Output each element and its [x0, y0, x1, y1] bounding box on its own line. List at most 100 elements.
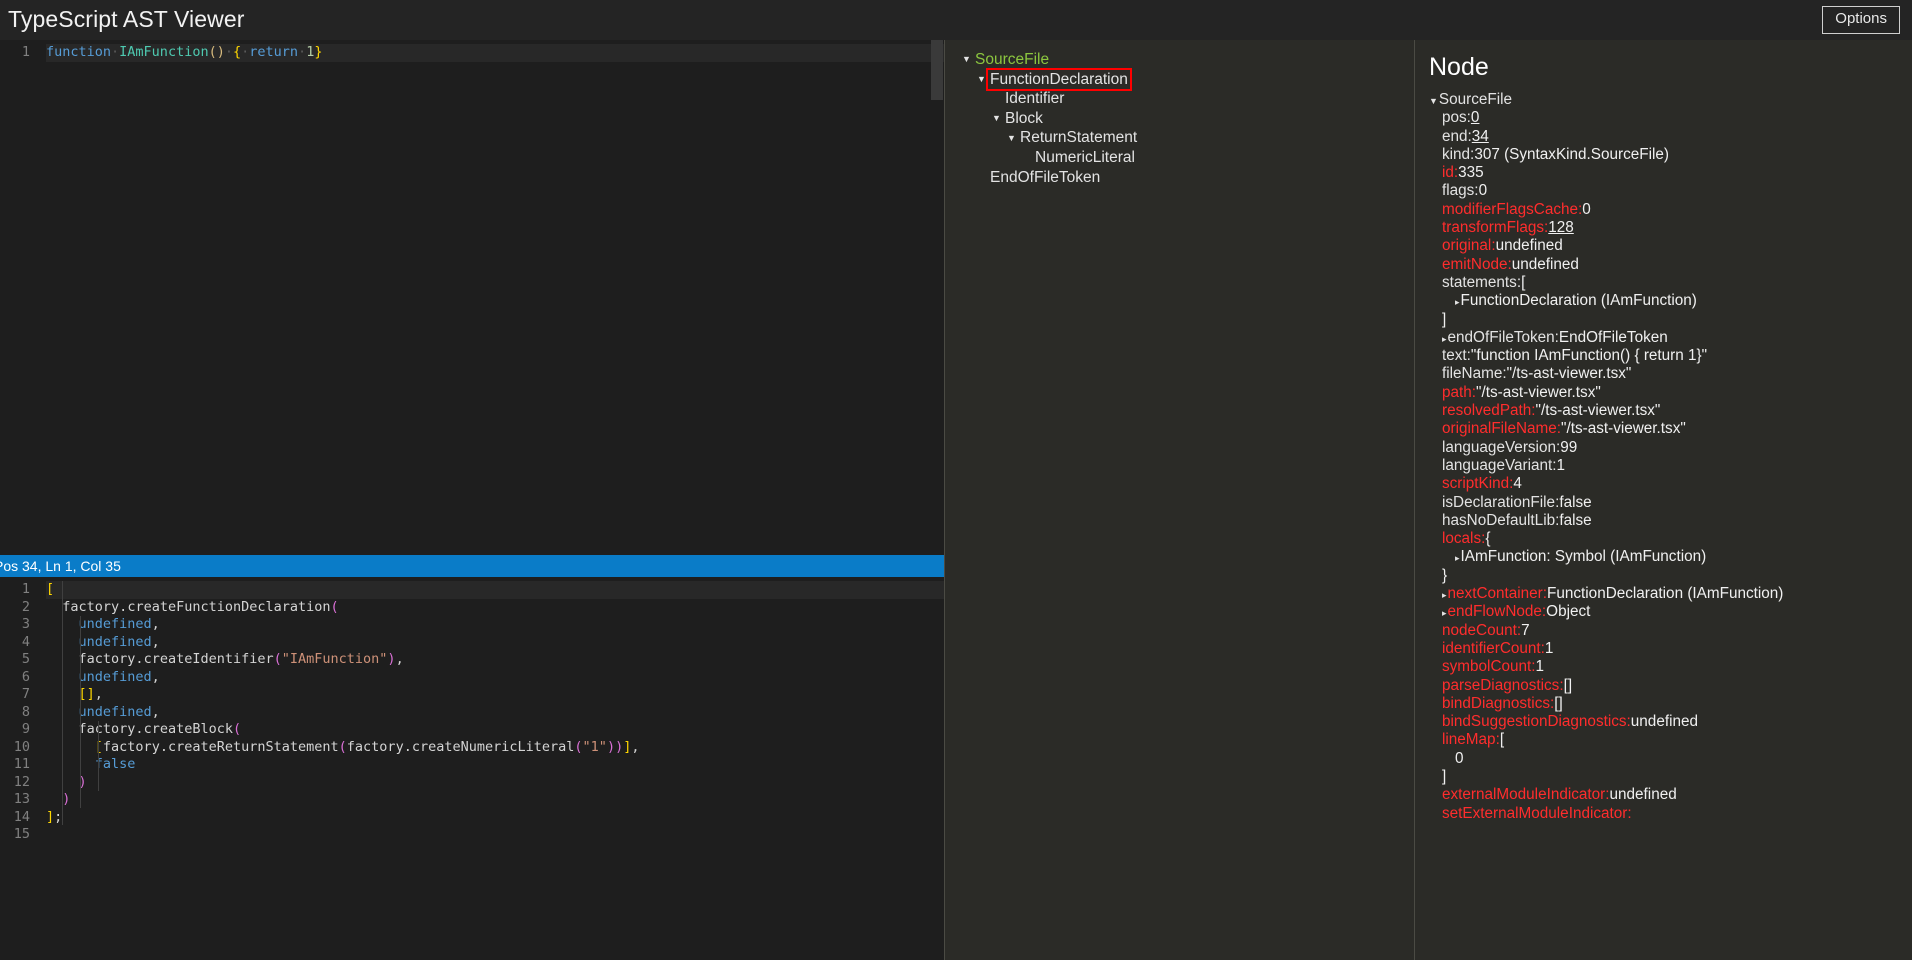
scrollbar-thumb[interactable] [931, 40, 943, 100]
token-punct: . [160, 739, 168, 755]
chevron-right-icon[interactable]: ▸ [1455, 549, 1460, 567]
node-property-scriptKind: scriptKind:4 [1429, 475, 1912, 493]
property-key: bindDiagnostics: [1442, 695, 1554, 712]
factory-code-line[interactable] [46, 826, 944, 844]
property-value: [] [1564, 677, 1573, 694]
property-value: 0 [1455, 750, 1464, 767]
property-value: "function IAmFunction() { return 1}" [1471, 347, 1707, 364]
factory-code-line[interactable]: undefined, [46, 669, 944, 687]
property-key: nextContainer: [1448, 585, 1548, 602]
chevron-right-icon[interactable]: ▸ [1442, 586, 1447, 604]
factory-code-line[interactable]: [], [46, 686, 944, 704]
indent-guide [62, 581, 63, 825]
node-property-end: end:34 [1429, 128, 1912, 146]
source-editor-scrollbar[interactable] [930, 40, 944, 555]
property-value: 4 [1513, 475, 1522, 492]
property-key: isDeclarationFile: [1442, 494, 1559, 511]
chevron-down-icon[interactable] [991, 114, 1002, 123]
chevron-down-icon[interactable] [1006, 134, 1017, 143]
factory-code-line[interactable]: undefined, [46, 704, 944, 722]
node-property-symbolCount: symbolCount:1 [1429, 658, 1912, 676]
tree-node-functiondeclaration[interactable]: FunctionDeclaration [961, 70, 1414, 90]
node-detail-panel[interactable]: Node ▼SourceFile pos:0end:34kind:307 (Sy… [1415, 40, 1912, 960]
chevron-right-icon[interactable]: ▸ [1455, 293, 1460, 311]
property-key: originalFileName: [1442, 420, 1561, 437]
factory-code-line[interactable]: false [46, 756, 944, 774]
chevron-down-icon[interactable]: ▼ [1429, 92, 1438, 110]
tree-node-numericliteral[interactable]: NumericLiteral [961, 148, 1414, 168]
property-value: 34 [1472, 128, 1489, 145]
token-paren: ( [233, 721, 241, 737]
tree-node-identifier[interactable]: Identifier [961, 89, 1414, 109]
token-paren: ) [607, 739, 615, 755]
chevron-down-icon[interactable] [961, 55, 972, 64]
factory-code-line[interactable]: ) [46, 791, 944, 809]
property-key: kind: [1442, 146, 1474, 163]
factory-code-line[interactable]: ]; [46, 809, 944, 827]
factory-code-line[interactable]: undefined, [46, 616, 944, 634]
options-button[interactable]: Options [1822, 6, 1900, 34]
chevron-right-icon[interactable]: ▸ [1442, 330, 1447, 348]
node-property-languageVariant: languageVariant:1 [1429, 457, 1912, 475]
tree-node-returnstatement[interactable]: ReturnStatement [961, 128, 1414, 148]
node-property-value: ] [1429, 768, 1912, 786]
token-paren: ( [339, 739, 347, 755]
factory-code-line[interactable]: ) [46, 774, 944, 792]
line-number: 10 [0, 739, 30, 757]
source-code-editor[interactable]: 1 function·IAmFunction()·{·return·1} [0, 40, 944, 555]
factory-code-area: 123456789101112131415 [ factory.createFu… [0, 577, 944, 844]
property-value: 99 [1560, 439, 1577, 456]
tree-node-block[interactable]: Block [961, 109, 1414, 129]
tree-node-sourcefile[interactable]: SourceFile [961, 50, 1414, 70]
property-value: [ [1521, 274, 1525, 291]
factory-code-editor[interactable]: 123456789101112131415 [ factory.createFu… [0, 577, 944, 960]
line-number: 14 [0, 809, 30, 827]
node-property-kind: kind:307 (SyntaxKind.SourceFile) [1429, 146, 1912, 164]
factory-code-line[interactable]: factory.createIdentifier("IAmFunction"), [46, 651, 944, 669]
property-value: 307 (SyntaxKind.SourceFile) [1474, 146, 1669, 163]
node-property-endOfFileToken: ▸endOfFileToken:EndOfFileToken [1429, 329, 1912, 347]
property-key: scriptKind: [1442, 475, 1513, 492]
node-property-value: } [1429, 567, 1912, 585]
token-punct: . [135, 651, 143, 667]
property-key: original: [1442, 237, 1496, 254]
factory-code-lines: [ factory.createFunctionDeclaration( und… [42, 581, 944, 844]
property-value: undefined [1496, 237, 1563, 254]
tree-node-label: SourceFile [973, 50, 1051, 70]
node-property-value: 0 [1429, 750, 1912, 768]
factory-code-line[interactable]: [ [46, 581, 944, 599]
chevron-right-icon[interactable]: ▸ [1442, 604, 1447, 622]
token-method: createFunctionDeclaration [127, 599, 330, 615]
property-value: undefined [1631, 713, 1698, 730]
token-paren: ( [274, 651, 282, 667]
factory-code-line[interactable]: factory.createFunctionDeclaration( [46, 599, 944, 617]
line-number: 2 [0, 599, 30, 617]
node-property-setExternalModuleIndicator: setExternalModuleIndicator: [1429, 805, 1912, 823]
tree-node-endoffiletoken[interactable]: EndOfFileToken [961, 168, 1414, 188]
property-key: lineMap: [1442, 731, 1500, 748]
property-value: 0 [1479, 182, 1488, 199]
factory-code-line[interactable]: factory.createBlock( [46, 721, 944, 739]
token-keyword-function: function [46, 44, 111, 60]
token-punct: , [152, 669, 160, 685]
node-property-hasNoDefaultLib: hasNoDefaultLib:false [1429, 512, 1912, 530]
line-number: 8 [0, 704, 30, 722]
line-number: 7 [0, 686, 30, 704]
property-value: 335 [1458, 164, 1484, 181]
token-method: createReturnStatement [168, 739, 339, 755]
property-key: fileName: [1442, 365, 1507, 382]
chevron-down-icon[interactable] [976, 75, 987, 84]
node-property-value: ▸IAmFunction: Symbol (IAmFunction) [1429, 548, 1912, 566]
whitespace [46, 791, 62, 807]
line-number: 3 [0, 616, 30, 634]
factory-code-line[interactable]: undefined, [46, 634, 944, 652]
left-column: 1 function·IAmFunction()·{·return·1} Pos… [0, 40, 945, 960]
source-code-line[interactable]: function·IAmFunction()·{·return·1} [46, 44, 944, 62]
node-root-row[interactable]: ▼SourceFile [1429, 91, 1912, 109]
property-key: flags: [1442, 182, 1479, 199]
node-property-id: id:335 [1429, 164, 1912, 182]
ast-tree-panel[interactable]: SourceFileFunctionDeclarationIdentifierB… [945, 40, 1415, 960]
token-keyword: undefined [79, 704, 152, 720]
line-number: 12 [0, 774, 30, 792]
factory-code-line[interactable]: [factory.createReturnStatement(factory.c… [46, 739, 944, 757]
